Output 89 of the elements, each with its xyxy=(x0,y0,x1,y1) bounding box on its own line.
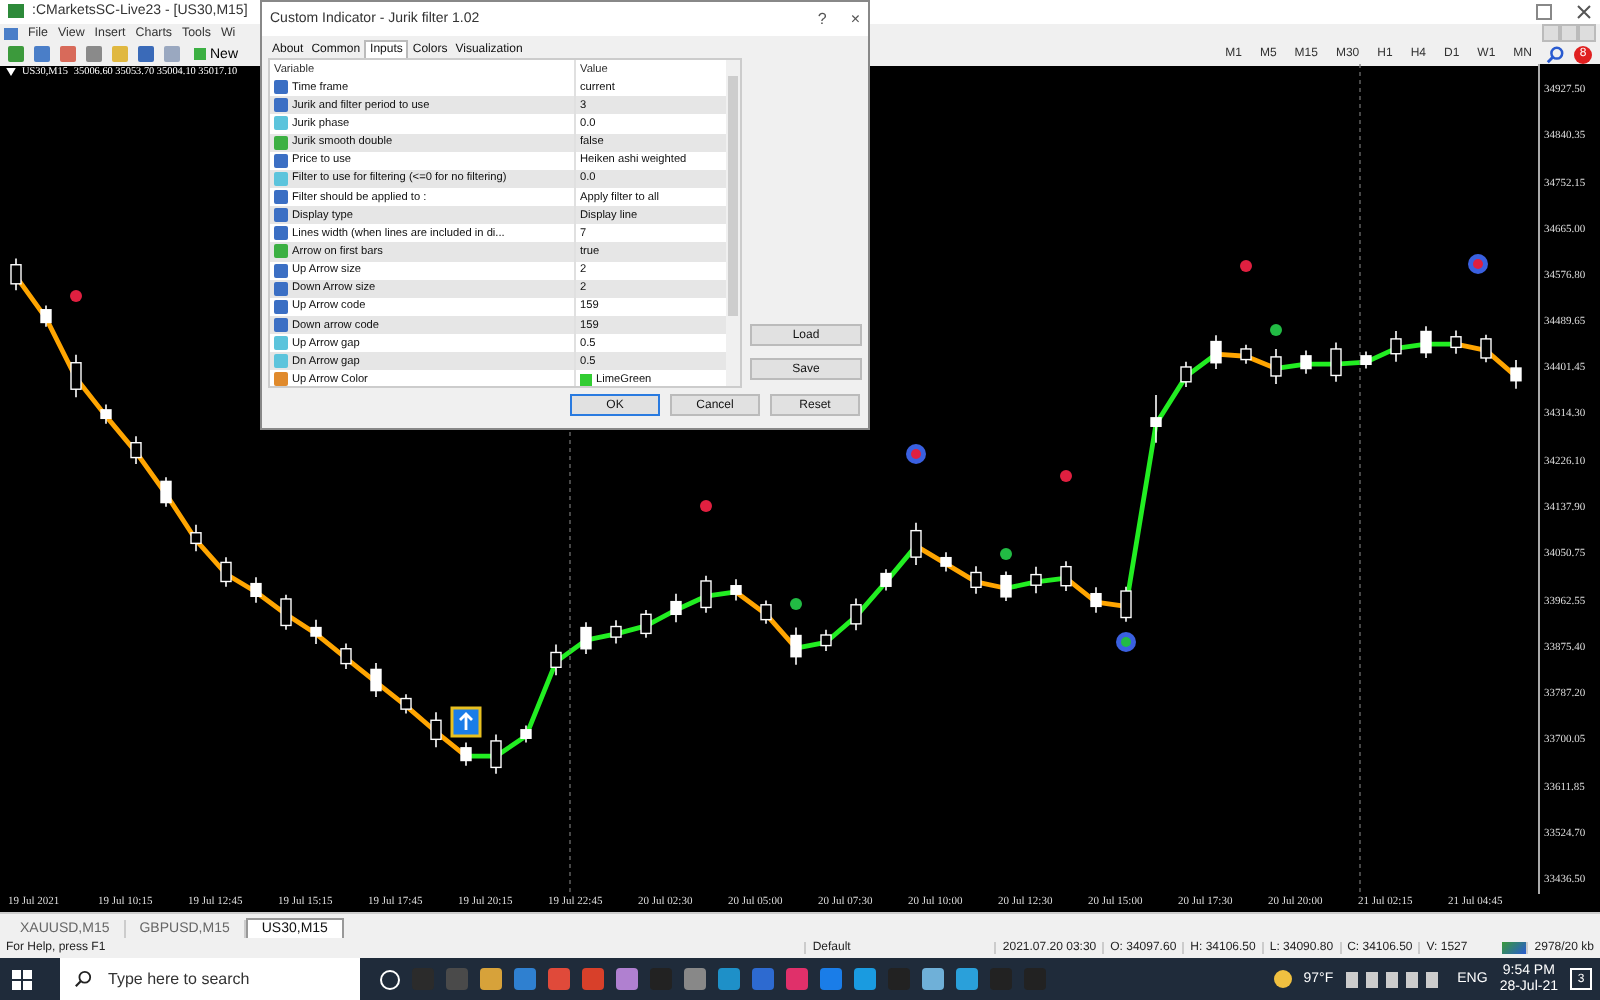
app-icon[interactable] xyxy=(684,968,706,990)
candlestick xyxy=(130,436,142,466)
candlestick xyxy=(10,258,22,292)
candlestick xyxy=(370,663,382,699)
candlestick xyxy=(1150,395,1162,445)
candlestick xyxy=(880,569,892,593)
candlestick xyxy=(310,619,322,646)
candlestick xyxy=(70,354,82,399)
app-logo-icon xyxy=(8,4,24,19)
candlestick xyxy=(520,725,532,745)
sell-signal-dot xyxy=(1240,260,1252,273)
candlestick xyxy=(760,600,772,626)
candlestick xyxy=(1300,350,1312,376)
app-icon[interactable] xyxy=(752,968,774,990)
candlestick xyxy=(730,579,742,603)
signal-marker xyxy=(1468,254,1488,275)
candlestick xyxy=(40,305,52,329)
candlestick xyxy=(1090,587,1102,615)
candlestick xyxy=(790,627,802,667)
scrollbar-thumb[interactable] xyxy=(728,76,738,316)
app-icon[interactable] xyxy=(514,968,536,990)
candlestick xyxy=(1120,586,1132,624)
candlestick xyxy=(580,622,592,656)
candlestick xyxy=(640,610,652,640)
candlestick xyxy=(1000,571,1012,603)
app-icon[interactable] xyxy=(922,968,944,990)
app-icon[interactable] xyxy=(548,968,570,990)
candlestick xyxy=(550,644,562,677)
candlestick xyxy=(250,577,262,605)
buy-signal-dot xyxy=(1270,324,1282,337)
candlestick xyxy=(1480,334,1492,364)
taskbar-search-field[interactable]: Type here to search xyxy=(60,958,360,1000)
windows-start-icon[interactable] xyxy=(12,969,32,989)
candlestick xyxy=(700,575,712,615)
candlestick xyxy=(1060,561,1072,593)
candlestick xyxy=(910,522,922,567)
candlestick xyxy=(610,620,622,646)
candlestick xyxy=(280,594,292,632)
candlestick xyxy=(340,643,352,671)
candlestick xyxy=(1330,342,1342,384)
app-icon[interactable] xyxy=(582,968,604,990)
arrow-marker-icon xyxy=(450,707,482,739)
help-button[interactable]: ? xyxy=(817,10,827,28)
sell-signal-dot xyxy=(70,290,82,303)
app-icon[interactable] xyxy=(616,968,638,990)
app-icon[interactable] xyxy=(854,968,876,990)
candlestick xyxy=(1030,566,1042,595)
candlestick xyxy=(1180,361,1192,389)
candlestick xyxy=(1360,351,1372,371)
restore-icon[interactable] xyxy=(1536,3,1552,20)
close-icon[interactable] xyxy=(1576,3,1592,20)
app-icon[interactable] xyxy=(480,968,502,990)
candlestick xyxy=(220,557,232,589)
app-icon[interactable] xyxy=(820,968,842,990)
candlestick xyxy=(1450,330,1462,356)
candlestick xyxy=(1420,326,1432,360)
candlestick xyxy=(100,404,112,426)
buy-signal-dot xyxy=(1000,548,1012,561)
candlestick xyxy=(1270,349,1282,386)
candlestick xyxy=(460,742,472,768)
sell-signal-dot xyxy=(1060,470,1072,483)
candlestick xyxy=(430,712,442,750)
search-icon xyxy=(74,970,92,988)
dropdown-triangle-icon[interactable] xyxy=(6,68,16,77)
buy-signal-dot xyxy=(790,598,802,611)
close-button[interactable]: × xyxy=(850,10,860,28)
candlestick xyxy=(670,593,682,625)
app-icon[interactable] xyxy=(718,968,740,990)
candlestick xyxy=(850,598,862,632)
app-icon[interactable] xyxy=(446,968,468,990)
signal-marker xyxy=(1116,632,1136,653)
candlestick xyxy=(160,477,172,509)
sell-signal-dot xyxy=(700,500,712,513)
candlestick xyxy=(1510,360,1522,391)
scrollbar[interactable] xyxy=(726,60,740,386)
signal-marker xyxy=(906,444,926,465)
plus-icon xyxy=(194,48,206,61)
candlestick xyxy=(400,694,412,716)
app-icon[interactable] xyxy=(956,968,978,990)
app-icon[interactable] xyxy=(786,968,808,990)
candlestick xyxy=(490,734,502,776)
candlestick xyxy=(970,566,982,596)
search-icon[interactable] xyxy=(1546,45,1564,64)
candlestick xyxy=(190,525,202,554)
candlestick xyxy=(1210,335,1222,371)
candlestick xyxy=(1240,344,1252,366)
candlestick xyxy=(1390,331,1402,364)
candlestick xyxy=(820,629,832,653)
candlestick xyxy=(940,552,952,574)
